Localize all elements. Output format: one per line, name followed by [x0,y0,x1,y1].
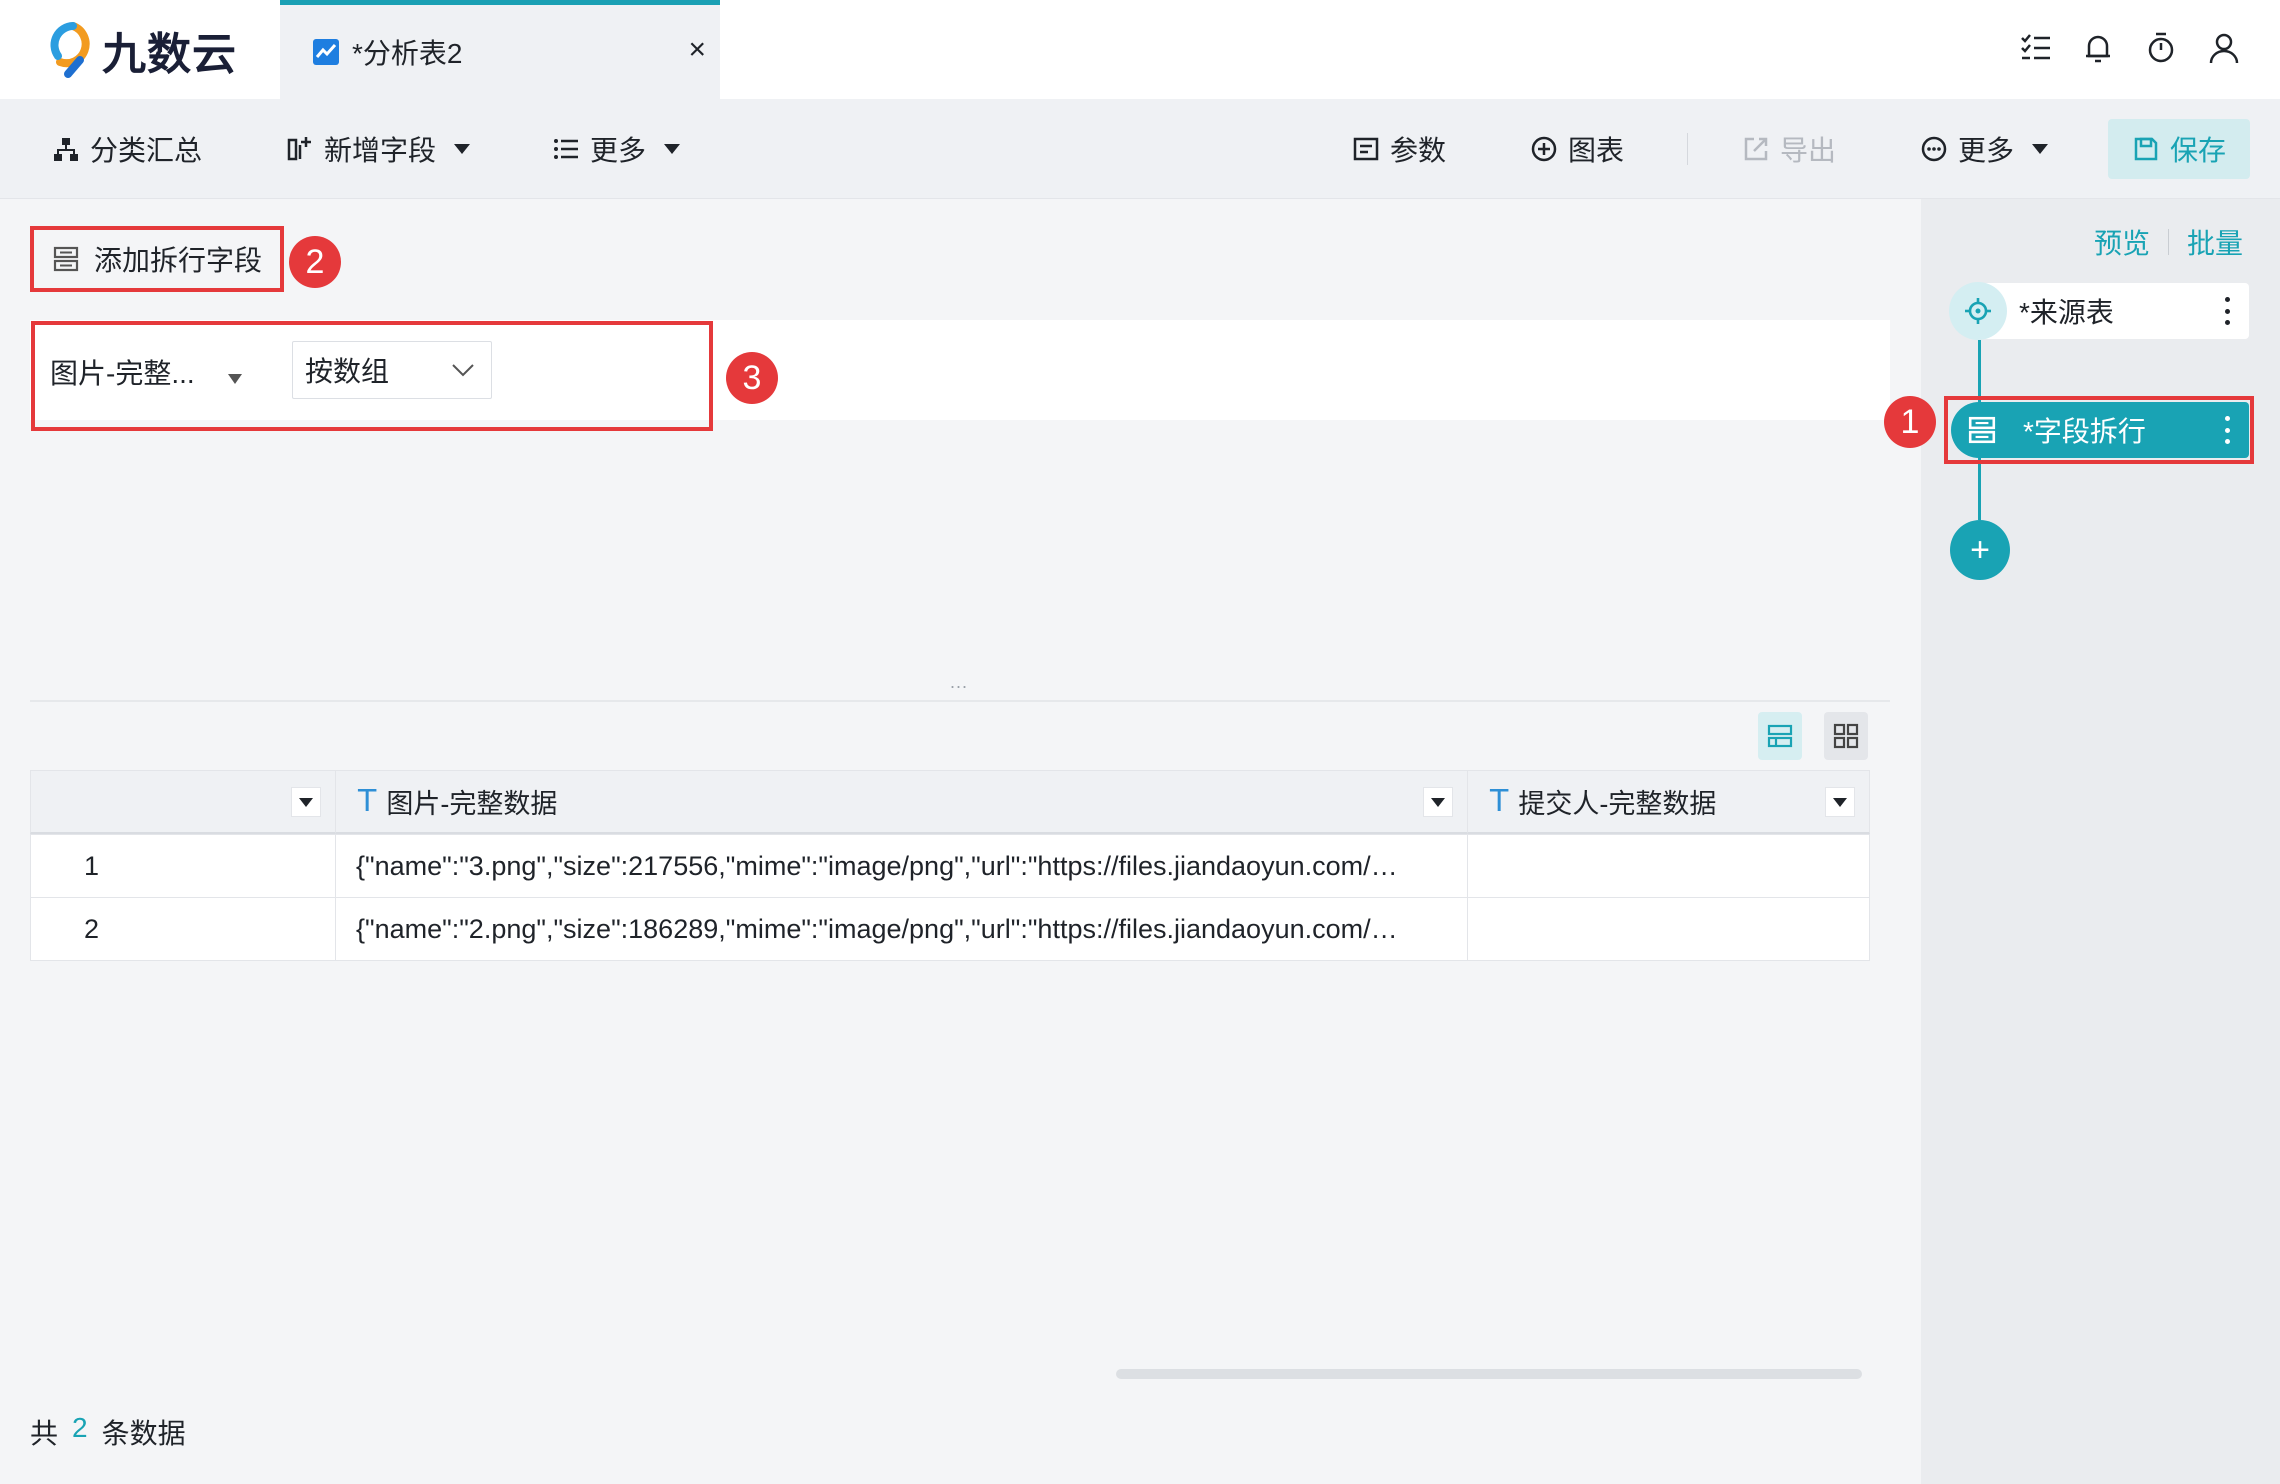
split-field-value: 图片-完整... [50,358,195,389]
export-label: 导出 [1780,135,1837,166]
toolbar: 分类汇总 新增字段 更多 参数 图表 导出 更多 保存 [0,99,2280,199]
kebab-menu-icon[interactable] [2225,416,2231,444]
list-view-button[interactable] [1758,712,1802,760]
more-right-button[interactable]: 更多 [1920,99,2049,199]
split-rows-icon [1968,416,1996,444]
node-label: *字段拆行 [2023,416,2146,447]
column-label: 图片-完整数据 [386,789,558,819]
add-split-field-button[interactable]: 添加拆行字段 [30,226,284,292]
table-header-submitter[interactable]: T 提交人-完整数据 [1467,770,1870,834]
add-field-button[interactable]: 新增字段 [286,99,471,199]
save-button[interactable]: 保存 [2108,119,2250,179]
table-view-icon [1767,724,1793,748]
split-field-select[interactable]: 图片-完整... [50,346,250,398]
tab-title: *分析表2 [352,38,463,69]
annotation-badge-2: 2 [289,236,341,288]
column-menu-dropdown[interactable] [1825,787,1855,817]
annotation-badge-3: 3 [726,352,778,404]
user-icon[interactable] [2206,30,2242,66]
split-mode-select[interactable]: 按数组 [292,341,492,399]
chart-label: 图表 [1568,135,1625,166]
grid-icon [1833,723,1859,749]
table-header-image[interactable]: T 图片-完整数据 [335,770,1468,834]
batch-link[interactable]: 批量 [2187,222,2243,262]
chart-button[interactable]: 图表 [1530,99,1624,199]
table-cell-image[interactable]: {"name":"2.png","size":186289,"mime":"im… [335,897,1468,961]
hierarchy-icon [54,138,78,161]
resize-handle[interactable]: ... [950,672,968,693]
chevron-down-icon [454,144,471,154]
params-label: 参数 [1390,135,1447,166]
step-node-split-rows[interactable]: *字段拆行 [1951,402,2249,458]
export-button[interactable]: 导出 [1742,99,1836,199]
kebab-menu-icon[interactable] [2225,297,2231,325]
caret-down-icon [228,374,242,384]
row-count: 共 2 条数据 [30,1412,186,1452]
split-mode-value: 按数组 [305,356,390,387]
column-label: 提交人-完整数据 [1518,789,1717,819]
add-field-label: 新增字段 [324,135,437,166]
close-icon[interactable]: × [688,33,706,67]
save-icon [2134,137,2158,161]
table-cell-submitter[interactable] [1467,834,1870,898]
panel-divider[interactable] [30,700,1890,702]
node-label: *来源表 [2019,297,2114,328]
column-menu-dropdown[interactable] [1423,787,1453,817]
chevron-down-icon [664,144,681,154]
horizontal-scrollbar[interactable] [1116,1369,1862,1379]
row-count-suffix: 条数据 [101,1418,186,1449]
add-column-icon [287,137,311,161]
row-count-prefix: 共 [30,1418,59,1449]
panel-links: 预览 批量 [2094,222,2243,262]
step-node-source[interactable]: *来源表 [1949,282,2249,340]
grid-view-button[interactable] [1824,712,1868,760]
params-button[interactable]: 参数 [1352,99,1446,199]
export-icon [1744,137,1768,161]
table-cell-index[interactable]: 1 [30,834,336,898]
chevron-down-icon [2032,144,2049,154]
row-count-number: 2 [72,1412,88,1443]
annotation-badge-1: 1 [1884,396,1936,448]
toolbar-divider [1687,133,1688,165]
node-icon-wrap [1949,282,2007,340]
timer-icon[interactable] [2143,30,2179,66]
tab-analysis-sheet[interactable]: *分析表2 × [280,0,720,99]
logo-text: 九数云 [102,29,237,80]
split-rows-icon [53,246,79,272]
table-cell-index[interactable]: 2 [30,897,336,961]
logo-icon [50,22,90,78]
save-label: 保存 [2169,135,2226,166]
crosshair-icon [1965,298,1991,324]
steps-panel [1921,199,2280,1484]
add-step-button[interactable]: + [1950,520,2010,580]
more-left-label: 更多 [590,135,647,166]
text-type-icon: T [358,784,377,819]
link-divider [2168,229,2170,255]
table-cell-image[interactable]: {"name":"3.png","size":217556,"mime":"im… [335,834,1468,898]
group-summary-button[interactable]: 分类汇总 [52,99,202,199]
group-summary-label: 分类汇总 [90,135,203,166]
add-split-field-label: 添加拆行字段 [94,245,263,276]
text-type-icon: T [1490,784,1509,819]
table-header-index [30,770,336,834]
more-circle-icon [1921,136,1947,162]
preview-link[interactable]: 预览 [2094,222,2150,262]
table-cell-submitter[interactable] [1467,897,1870,961]
bell-icon[interactable] [2080,30,2116,66]
plus-circle-icon [1531,136,1557,162]
app-logo[interactable]: 九数云 [50,20,237,80]
more-left-button[interactable]: 更多 [552,99,681,199]
list-icon [554,139,578,159]
chevron-down-icon [452,364,474,377]
params-icon [1353,137,1379,161]
chart-line-icon [313,39,339,65]
more-right-label: 更多 [1958,135,2015,166]
task-list-icon[interactable] [2018,30,2054,66]
column-menu-dropdown[interactable] [291,787,321,817]
